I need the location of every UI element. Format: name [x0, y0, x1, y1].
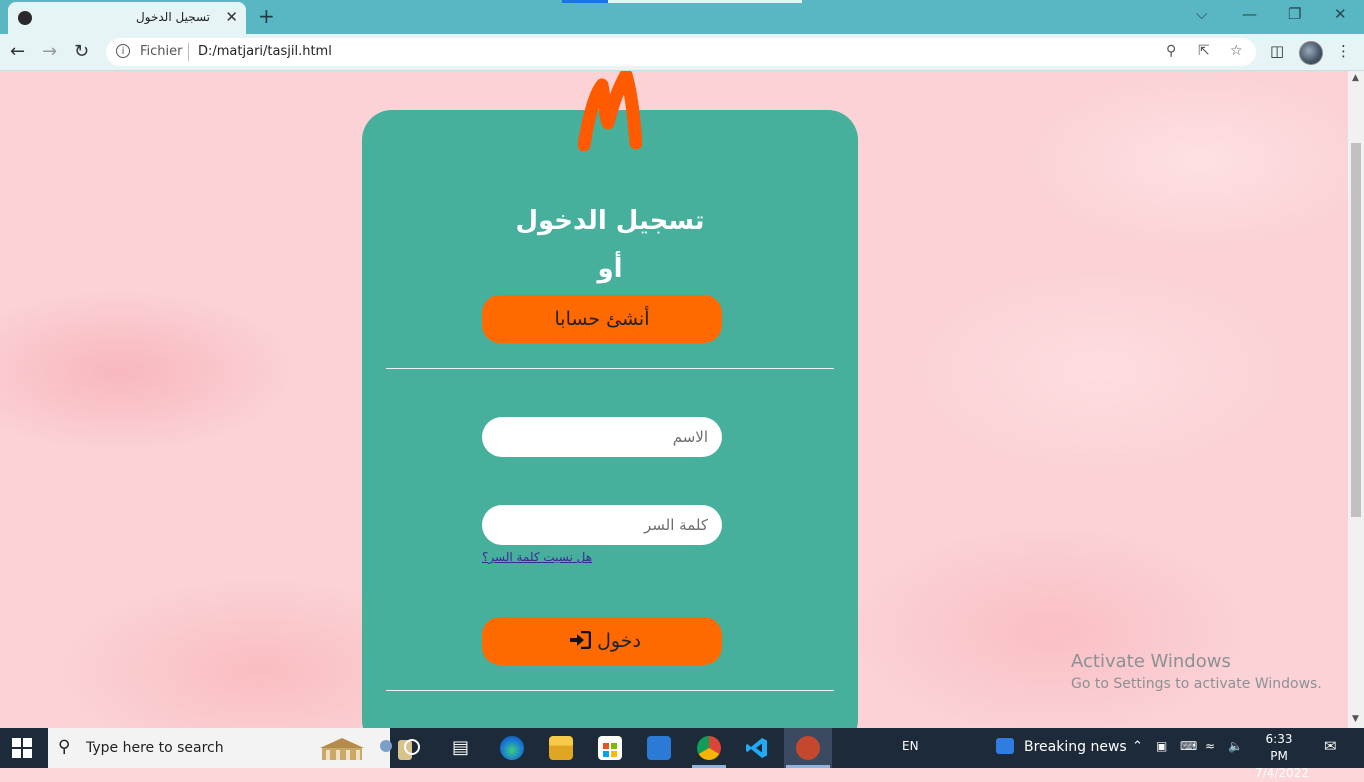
- tab-title: تسجيل الدخول: [136, 10, 210, 24]
- search-icon: ⚲: [58, 737, 71, 757]
- browser-tab-strip: تسجيل الدخول ✕ + ⌵ — ❐ ✕: [0, 0, 1364, 34]
- bookmark-star-icon[interactable]: ☆: [1230, 43, 1243, 59]
- divider-top: [386, 368, 834, 369]
- active-app-highlight[interactable]: [784, 728, 832, 768]
- scroll-down-icon[interactable]: ▼: [1352, 714, 1359, 724]
- news-text: Breaking news: [1024, 739, 1127, 755]
- restore-button[interactable]: ❐: [1288, 5, 1301, 23]
- cortana-icon[interactable]: [404, 739, 420, 755]
- watermark-line1: Activate Windows: [1071, 651, 1231, 672]
- watermark-line2: Go to Settings to activate Windows.: [1071, 676, 1322, 692]
- browser-toolbar: ← → ↻ i Fichier D:/matjari/tasjil.html ⚲…: [0, 34, 1364, 71]
- ime-icon[interactable]: ⌨: [1180, 739, 1197, 753]
- share-icon[interactable]: ⇱: [1198, 43, 1210, 59]
- tab-strip-indicator: [562, 0, 802, 3]
- minimize-button[interactable]: —: [1242, 5, 1257, 23]
- or-text: أو: [597, 254, 623, 284]
- clock-time: 6:33 PM: [1265, 732, 1293, 763]
- tab-search-button[interactable]: ⌵: [1196, 5, 1207, 23]
- scrollbar-thumb[interactable]: [1351, 143, 1361, 517]
- address-bar[interactable]: i Fichier D:/matjari/tasjil.html ⚲ ⇱ ☆: [106, 38, 1256, 66]
- search-placeholder: Type here to search: [86, 740, 224, 756]
- login-card: تسجيل الدخول أو أنشئ حسابا هل نسيت كلمة …: [362, 110, 858, 728]
- windows-taskbar: ⚲ Type here to search ▤ EN Breaking news…: [0, 728, 1364, 780]
- forgot-password-link[interactable]: هل نسيت كلمة السر؟: [482, 550, 592, 564]
- page-scrollbar[interactable]: ▲ ▼: [1348, 71, 1364, 728]
- close-tab-icon[interactable]: ✕: [225, 8, 238, 26]
- sign-in-icon: [569, 617, 592, 665]
- volume-icon[interactable]: 🔈: [1228, 739, 1243, 753]
- back-button[interactable]: ←: [10, 41, 25, 62]
- password-input[interactable]: [482, 505, 722, 545]
- url-text[interactable]: D:/matjari/tasjil.html: [198, 44, 332, 59]
- news-widget[interactable]: Breaking news: [996, 738, 1127, 755]
- brand-logo: [578, 71, 642, 151]
- start-button[interactable]: [12, 738, 32, 758]
- scheme-label: Fichier: [140, 44, 183, 59]
- login-button[interactable]: دخول: [482, 617, 722, 665]
- forward-button[interactable]: →: [42, 41, 57, 62]
- create-account-button[interactable]: أنشئ حسابا: [482, 295, 722, 343]
- globe-icon: [18, 11, 32, 25]
- notifications-icon[interactable]: ✉: [1324, 737, 1337, 755]
- zoom-icon[interactable]: ⚲: [1166, 43, 1176, 59]
- task-view-icon[interactable]: ▤: [452, 737, 469, 758]
- edge-icon[interactable]: [500, 736, 524, 760]
- chrome-icon[interactable]: [697, 736, 721, 760]
- language-indicator[interactable]: EN: [902, 739, 919, 753]
- paint-app-icon: [796, 736, 820, 760]
- microsoft-store-icon[interactable]: [598, 736, 622, 760]
- menu-kebab-icon[interactable]: ⋮: [1336, 42, 1351, 60]
- tray-chevron-icon[interactable]: ⌃: [1132, 739, 1143, 754]
- mail-icon[interactable]: [647, 736, 671, 760]
- taskbar-search[interactable]: ⚲ Type here to search: [48, 728, 412, 768]
- news-icon: [996, 738, 1014, 754]
- scroll-up-icon[interactable]: ▲: [1352, 73, 1359, 83]
- taskbar-clock[interactable]: 6:33 PM 7/4/2022: [1255, 731, 1309, 782]
- divider-bottom: [386, 690, 834, 691]
- file-explorer-icon[interactable]: [549, 736, 573, 760]
- activation-watermark: Activate Windows Go to Settings to activ…: [1071, 651, 1322, 692]
- meet-now-icon[interactable]: ▣: [1156, 739, 1167, 753]
- side-panel-icon[interactable]: ◫: [1270, 42, 1284, 60]
- username-input[interactable]: [482, 417, 722, 457]
- page-title: تسجيل الدخول: [515, 206, 705, 236]
- login-label: دخول: [597, 630, 641, 652]
- close-window-button[interactable]: ✕: [1334, 5, 1347, 23]
- wifi-icon[interactable]: ≈: [1205, 739, 1215, 753]
- page-viewport: تسجيل الدخول أو أنشئ حسابا هل نسيت كلمة …: [0, 71, 1348, 728]
- browser-tab-active[interactable]: تسجيل الدخول ✕: [8, 2, 246, 34]
- address-separator: [188, 43, 189, 61]
- reload-button[interactable]: ↻: [74, 41, 89, 62]
- site-info-icon[interactable]: i: [116, 44, 130, 58]
- vscode-icon[interactable]: [745, 736, 769, 760]
- new-tab-button[interactable]: +: [258, 4, 275, 28]
- profile-avatar[interactable]: [1299, 41, 1323, 65]
